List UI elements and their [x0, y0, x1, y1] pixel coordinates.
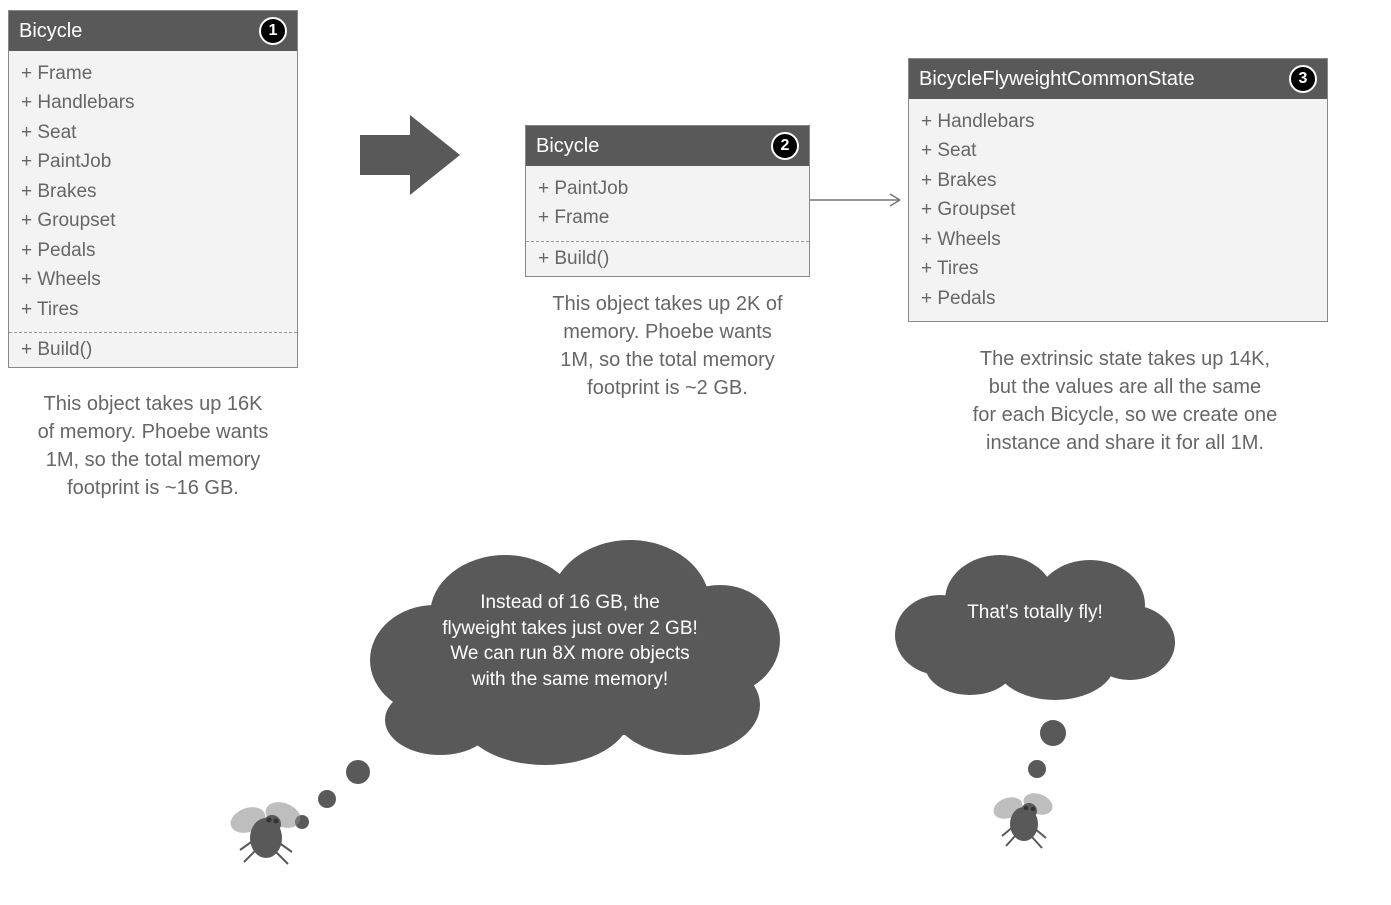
- big-arrow-icon: [360, 115, 460, 200]
- field: + Groupset: [921, 195, 1315, 224]
- field: + Handlebars: [921, 107, 1315, 136]
- caption-3: The extrinsic state takes up 14K, but th…: [940, 345, 1310, 457]
- field: + Brakes: [21, 177, 285, 206]
- association-arrow-icon: [810, 190, 910, 215]
- field: + Frame: [538, 203, 797, 232]
- class-method: + Build(): [526, 242, 809, 276]
- field: + Seat: [21, 118, 285, 147]
- field: + Handlebars: [21, 88, 285, 117]
- field: + Wheels: [921, 225, 1315, 254]
- field: + Groupset: [21, 206, 285, 235]
- thought-bubble-1: Instead of 16 GB, the flyweight takes ju…: [330, 535, 790, 775]
- field: + Tires: [921, 254, 1315, 283]
- field: + Pedals: [921, 284, 1315, 313]
- class-box-bicycle-full: Bicycle 1 + Frame + Handlebars + Seat + …: [8, 10, 298, 368]
- class-method: + Build(): [9, 333, 297, 367]
- fly-icon: [228, 800, 308, 875]
- class-header: Bicycle 1: [9, 11, 297, 51]
- thought-dot: [346, 760, 370, 784]
- badge-3: 3: [1289, 65, 1317, 93]
- thought-dot: [318, 790, 336, 808]
- class-fields: + Handlebars + Seat + Brakes + Groupset …: [909, 99, 1327, 321]
- badge-2: 2: [771, 132, 799, 160]
- fly-icon: [990, 790, 1060, 860]
- field: + Brakes: [921, 166, 1315, 195]
- thought-text-1: Instead of 16 GB, the flyweight takes ju…: [400, 590, 740, 693]
- class-fields: + PaintJob + Frame: [526, 166, 809, 241]
- thought-dot: [1028, 760, 1046, 778]
- thought-dot: [1040, 720, 1066, 746]
- field: + Pedals: [21, 236, 285, 265]
- class-fields: + Frame + Handlebars + Seat + PaintJob +…: [9, 51, 297, 332]
- class-header: Bicycle 2: [526, 126, 809, 166]
- class-header: BicycleFlyweightCommonState 3: [909, 59, 1327, 99]
- class-box-flyweight-state: BicycleFlyweightCommonState 3 + Handleba…: [908, 58, 1328, 322]
- thought-bubble-2: That's totally fly!: [885, 545, 1185, 705]
- field: + Seat: [921, 136, 1315, 165]
- badge-1: 1: [259, 17, 287, 45]
- class-title: Bicycle: [536, 135, 599, 158]
- class-title: Bicycle: [19, 20, 82, 43]
- field: + Tires: [21, 295, 285, 324]
- caption-2: This object takes up 2K of memory. Phoeb…: [525, 290, 810, 402]
- thought-text-2: That's totally fly!: [940, 600, 1130, 626]
- field: + PaintJob: [538, 174, 797, 203]
- class-title: BicycleFlyweightCommonState: [919, 68, 1195, 91]
- class-box-bicycle-light: Bicycle 2 + PaintJob + Frame + Build(): [525, 125, 810, 277]
- field: + Frame: [21, 59, 285, 88]
- field: + PaintJob: [21, 147, 285, 176]
- caption-1: This object takes up 16K of memory. Phoe…: [8, 390, 298, 502]
- field: + Wheels: [21, 265, 285, 294]
